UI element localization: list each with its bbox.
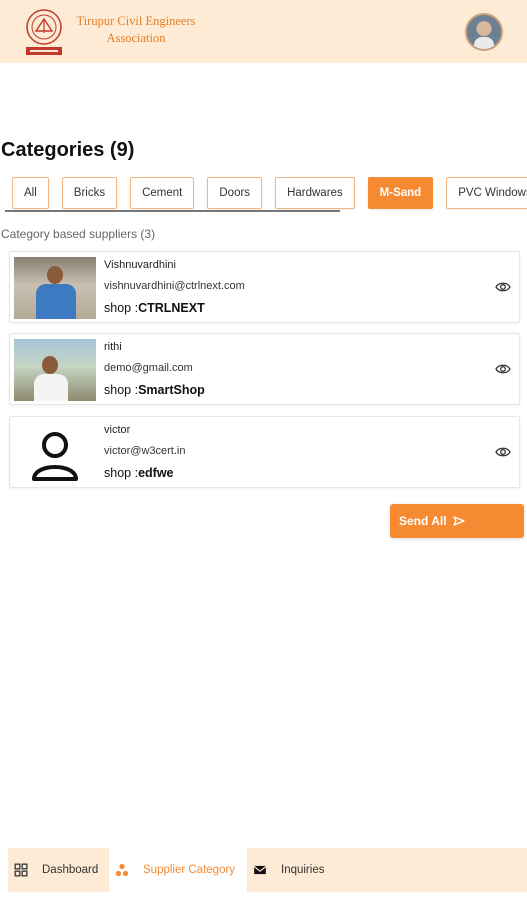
- supplier-photo: [14, 339, 96, 401]
- category-icon: [115, 863, 129, 877]
- supplier-photo: [14, 257, 96, 319]
- eye-icon[interactable]: [495, 362, 511, 376]
- supplier-email: vishnuvardhini@ctrlnext.com: [104, 280, 245, 292]
- send-icon: [452, 516, 465, 526]
- supplier-name: victor: [104, 424, 131, 436]
- brand-name: Tirupur Civil Engineers Association: [68, 13, 204, 47]
- tabs-scroll-indicator[interactable]: [5, 210, 340, 212]
- supplier-card[interactable]: victor victor@w3cert.in shop :edfwe: [9, 416, 520, 488]
- mail-icon: [253, 865, 267, 875]
- user-avatar[interactable]: [465, 13, 503, 51]
- supplier-shop: shop :CTRLNEXT: [104, 301, 205, 315]
- tab-hardwares[interactable]: Hardwares: [275, 177, 355, 209]
- suppliers-count-label: Category based suppliers (3): [1, 227, 156, 241]
- brand-line-2: Association: [106, 31, 166, 45]
- tab-doors[interactable]: Doors: [207, 177, 263, 209]
- tab-m-sand[interactable]: M-Sand: [367, 177, 434, 209]
- category-tabs: All Bricks Cement Doors Hardwares M-Sand…: [12, 177, 527, 211]
- nav-supplier-category[interactable]: Supplier Category: [109, 848, 247, 892]
- supplier-email: demo@gmail.com: [104, 362, 193, 374]
- supplier-shop: shop :edfwe: [104, 466, 174, 480]
- nav-inquiries[interactable]: Inquiries: [247, 848, 367, 892]
- eye-icon[interactable]: [495, 445, 511, 459]
- tcea-logo-icon: [22, 7, 66, 57]
- supplier-card[interactable]: Vishnuvardhini vishnuvardhini@ctrlnext.c…: [9, 251, 520, 323]
- tab-all[interactable]: All: [12, 177, 49, 209]
- nav-dashboard-label: Dashboard: [42, 864, 99, 876]
- send-all-button[interactable]: Send All: [390, 504, 524, 538]
- bottom-nav: Dashboard Supplier Category Inquiries: [8, 848, 527, 892]
- eye-icon[interactable]: [495, 280, 511, 294]
- nav-supplier-category-label: Supplier Category: [143, 864, 236, 876]
- supplier-shop: shop :SmartShop: [104, 383, 205, 397]
- page-title: Categories (9): [1, 139, 135, 161]
- nav-dashboard[interactable]: Dashboard: [8, 848, 109, 892]
- shop-prefix: shop :: [104, 301, 139, 315]
- shop-name: SmartShop: [138, 383, 205, 397]
- supplier-email: victor@w3cert.in: [104, 445, 186, 457]
- app-header: Tirupur Civil Engineers Association: [0, 0, 527, 63]
- supplier-name: rithi: [104, 341, 122, 353]
- grid-icon: [14, 863, 28, 877]
- nav-inquiries-label: Inquiries: [281, 864, 325, 876]
- person-placeholder-icon: [32, 432, 78, 481]
- shop-name: CTRLNEXT: [138, 301, 205, 315]
- shop-prefix: shop :: [104, 466, 139, 480]
- send-all-label: Send All: [399, 514, 447, 528]
- tab-bricks[interactable]: Bricks: [61, 177, 118, 209]
- supplier-name: Vishnuvardhini: [104, 259, 176, 271]
- shop-name: edfwe: [138, 466, 174, 480]
- supplier-card[interactable]: rithi demo@gmail.com shop :SmartShop: [9, 333, 520, 405]
- shop-prefix: shop :: [104, 383, 139, 397]
- tab-pvc-windows[interactable]: PVC Windows: [446, 177, 527, 209]
- tab-cement[interactable]: Cement: [130, 177, 195, 209]
- brand-line-1: Tirupur Civil Engineers: [76, 14, 196, 28]
